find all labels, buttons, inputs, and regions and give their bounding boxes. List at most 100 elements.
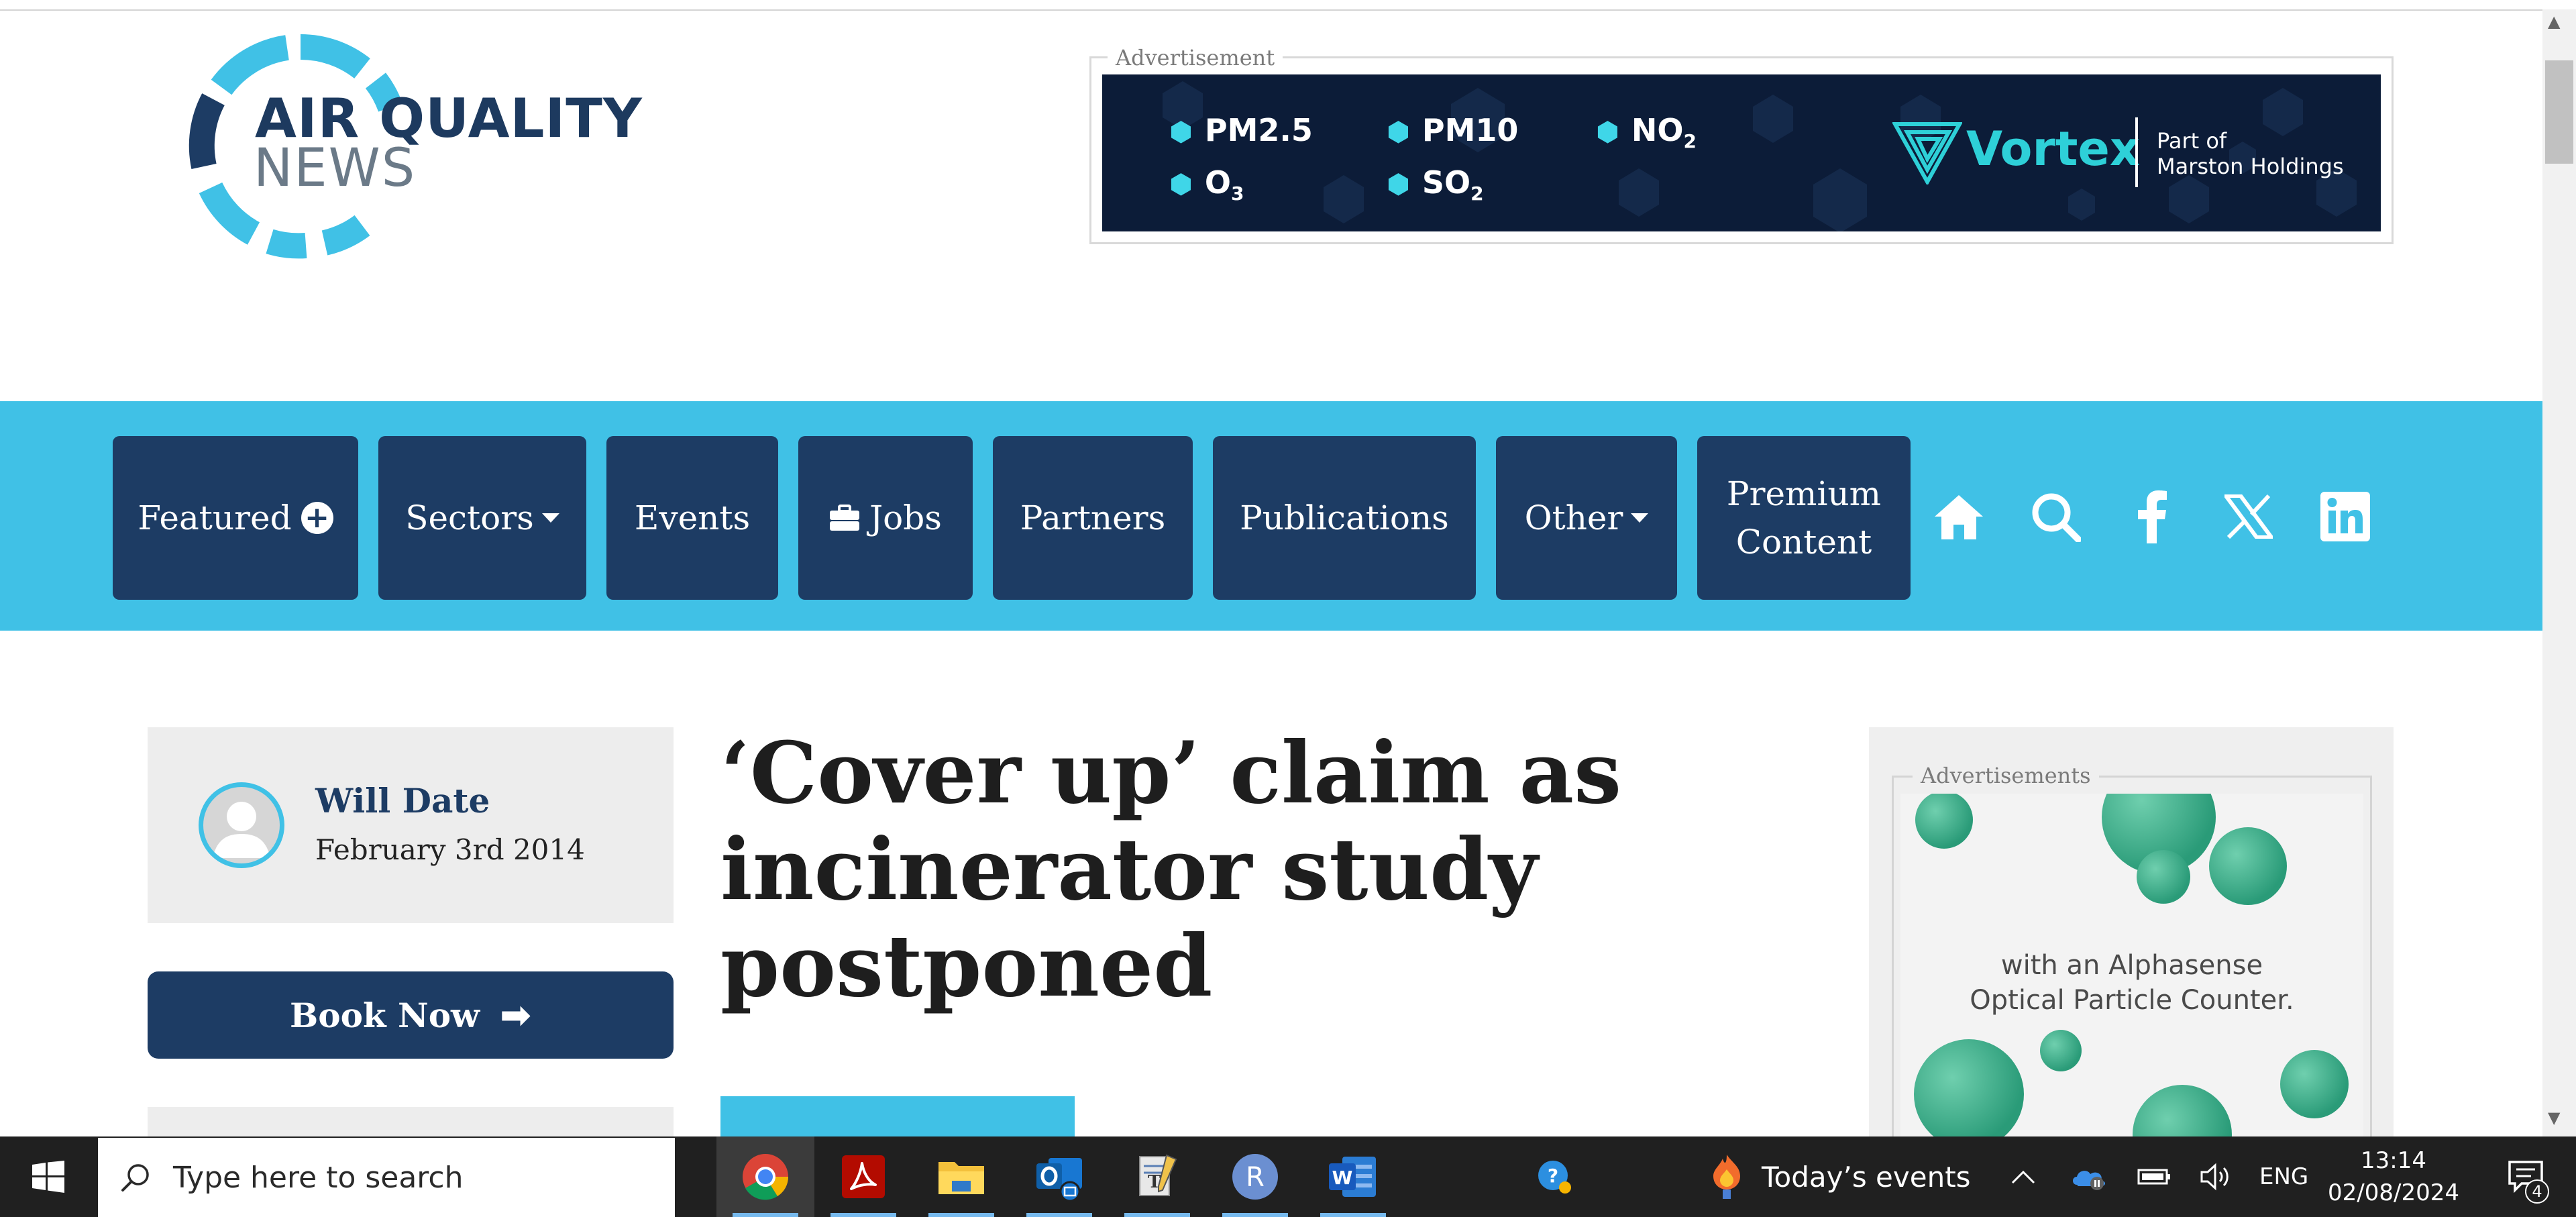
windows-start-button[interactable]: [0, 1136, 97, 1217]
bubble: [2137, 850, 2190, 904]
x-twitter-icon[interactable]: [2222, 487, 2275, 546]
pollutant-so2: ⬢ SO2: [1387, 164, 1484, 205]
system-clock[interactable]: 13:14 02/08/2024: [2326, 1145, 2461, 1209]
side-ad-frame: Advertisements with an Alphasense Optica…: [1892, 763, 2372, 1136]
pollutant-o3: ⬢ O3: [1169, 164, 1244, 205]
linkedin-icon[interactable]: [2318, 487, 2372, 546]
book-now-label: Book Now: [289, 995, 480, 1035]
browser-viewport: AIR QUALITY NEWS Advertisement ⬢ PM2.5 ⬢…: [0, 0, 2576, 1136]
sidebar-panel: [148, 1107, 674, 1136]
taskbar-word[interactable]: W: [1304, 1136, 1402, 1217]
nav-sectors-label: Sectors: [405, 498, 534, 537]
show-hidden-icons-chevron-icon[interactable]: [1999, 1136, 2047, 1217]
alphasense-ad[interactable]: with an Alphasense Optical Particle Coun…: [1900, 794, 2363, 1136]
nav-premium-line2: Content: [1735, 523, 1872, 562]
search-icon[interactable]: [2029, 487, 2082, 546]
bubble: [1915, 794, 1973, 849]
book-now-button[interactable]: Book Now ➡: [148, 971, 674, 1059]
logo-subtitle: NEWS: [254, 138, 417, 199]
nav-jobs-label: Jobs: [869, 498, 942, 537]
word-icon: W: [1329, 1157, 1376, 1197]
todays-events-label: Today’s events: [1762, 1160, 1971, 1194]
home-icon[interactable]: [1932, 487, 1986, 546]
nav-other-label: Other: [1524, 498, 1623, 537]
ad-text-line-1: with an Alphasense: [2000, 950, 2263, 981]
search-placeholder: Type here to search: [173, 1160, 464, 1195]
ad-text-line-2: Optical Particle Counter.: [1970, 985, 2294, 1016]
nav-partners[interactable]: Partners: [993, 436, 1193, 600]
pollutant-no2: ⬢ NO2: [1596, 112, 1697, 153]
side-advertisement: Advertisements with an Alphasense Optica…: [1869, 727, 2394, 1136]
taskbar-help[interactable]: ?: [1505, 1136, 1603, 1217]
taskbar-acrobat[interactable]: [814, 1136, 912, 1217]
active-indicator: [830, 1213, 896, 1217]
notepad-icon: T: [1139, 1154, 1177, 1196]
author-card: Will Date February 3rd 2014: [148, 727, 674, 923]
svg-text:W: W: [1332, 1167, 1353, 1189]
clock-date: 02/08/2024: [2328, 1179, 2459, 1206]
active-indicator: [1026, 1213, 1092, 1217]
active-indicator: [1320, 1213, 1386, 1217]
ad-text: with an Alphasense Optical Particle Coun…: [1900, 948, 2363, 1018]
author-name-link[interactable]: Will Date: [315, 781, 490, 821]
taskbar-file-explorer[interactable]: [912, 1136, 1010, 1217]
article-headline: ‘Cover up’ claim as incinerator study po…: [720, 723, 1622, 1016]
briefcase-icon: [830, 505, 860, 531]
scroll-down-arrow-icon[interactable]: ▼: [2548, 1108, 2560, 1127]
vortex-brand: Vortex: [1966, 121, 2141, 176]
category-tag[interactable]: [720, 1096, 1075, 1136]
todays-events-widget[interactable]: Today’s events: [1709, 1136, 1971, 1217]
scroll-up-arrow-icon[interactable]: ▲: [2548, 12, 2560, 31]
pollutant-pm25: ⬢ PM2.5: [1169, 112, 1313, 148]
taskbar-search-input[interactable]: Type here to search: [98, 1138, 675, 1217]
windows-logo-icon: [32, 1161, 64, 1193]
top-border: [0, 9, 2542, 11]
notification-center-icon[interactable]: [2489, 1136, 2563, 1217]
onedrive-icon[interactable]: [2062, 1136, 2116, 1217]
taskbar-outlook[interactable]: [1010, 1136, 1108, 1217]
nav-sectors[interactable]: Sectors: [378, 436, 586, 600]
battery-icon[interactable]: [2128, 1136, 2182, 1217]
r-icon: R: [1232, 1154, 1278, 1200]
nav-partners-label: Partners: [1020, 498, 1166, 537]
nav-premium-content[interactable]: Premium Content: [1697, 436, 1911, 600]
pollutant-pm10: ⬢ PM10: [1387, 112, 1519, 148]
bubble: [2040, 1030, 2082, 1071]
avatar[interactable]: [199, 782, 284, 868]
scrollbar-thumb[interactable]: [2545, 60, 2573, 164]
help-icon: ?: [1538, 1161, 1571, 1194]
nav-other[interactable]: Other: [1496, 436, 1677, 600]
nav-jobs[interactable]: Jobs: [798, 436, 973, 600]
facebook-icon[interactable]: [2125, 487, 2179, 546]
acrobat-icon: [842, 1155, 885, 1198]
nav-premium-line1: Premium: [1726, 474, 1882, 513]
svg-text:R: R: [1246, 1162, 1265, 1193]
brand-divider: [2135, 117, 2138, 187]
nav-featured-label: Featured: [138, 498, 292, 537]
svg-text:?: ?: [1548, 1165, 1558, 1187]
tagline-line-2: Marston Holdings: [2157, 154, 2344, 179]
bubble: [1914, 1039, 2024, 1136]
taskbar-chrome[interactable]: [716, 1136, 814, 1217]
nav-featured[interactable]: Featured +: [113, 436, 358, 600]
active-indicator: [1124, 1213, 1190, 1217]
language-indicator[interactable]: ENG: [2259, 1136, 2308, 1217]
bubble: [2209, 827, 2287, 905]
vertical-scrollbar[interactable]: [2542, 9, 2576, 1136]
volume-icon[interactable]: [2190, 1136, 2243, 1217]
tagline-line-1: Part of: [2157, 128, 2227, 154]
clock-time: 13:14: [2361, 1147, 2426, 1174]
nav-events-label: Events: [634, 498, 751, 537]
outlook-icon: [1036, 1158, 1082, 1202]
bubble: [2133, 1085, 2232, 1136]
plus-circle-icon: +: [301, 502, 333, 534]
nav-publications[interactable]: Publications: [1213, 436, 1476, 600]
active-indicator: [1222, 1213, 1288, 1217]
vortex-banner[interactable]: ⬢ PM2.5 ⬢ PM10 ⬢ NO2 ⬢ O3 ⬢ SO2 Vortex Part o…: [1102, 74, 2381, 231]
top-advertisement: Advertisement ⬢ PM2.5 ⬢ PM10 ⬢ NO2 ⬢ O3 …: [1089, 45, 2394, 244]
nav-events[interactable]: Events: [606, 436, 778, 600]
chrome-icon: [743, 1154, 789, 1200]
taskbar-r[interactable]: R: [1206, 1136, 1304, 1217]
site-logo[interactable]: AIR QUALITY NEWS: [186, 32, 642, 260]
taskbar-notepad[interactable]: T: [1108, 1136, 1206, 1217]
